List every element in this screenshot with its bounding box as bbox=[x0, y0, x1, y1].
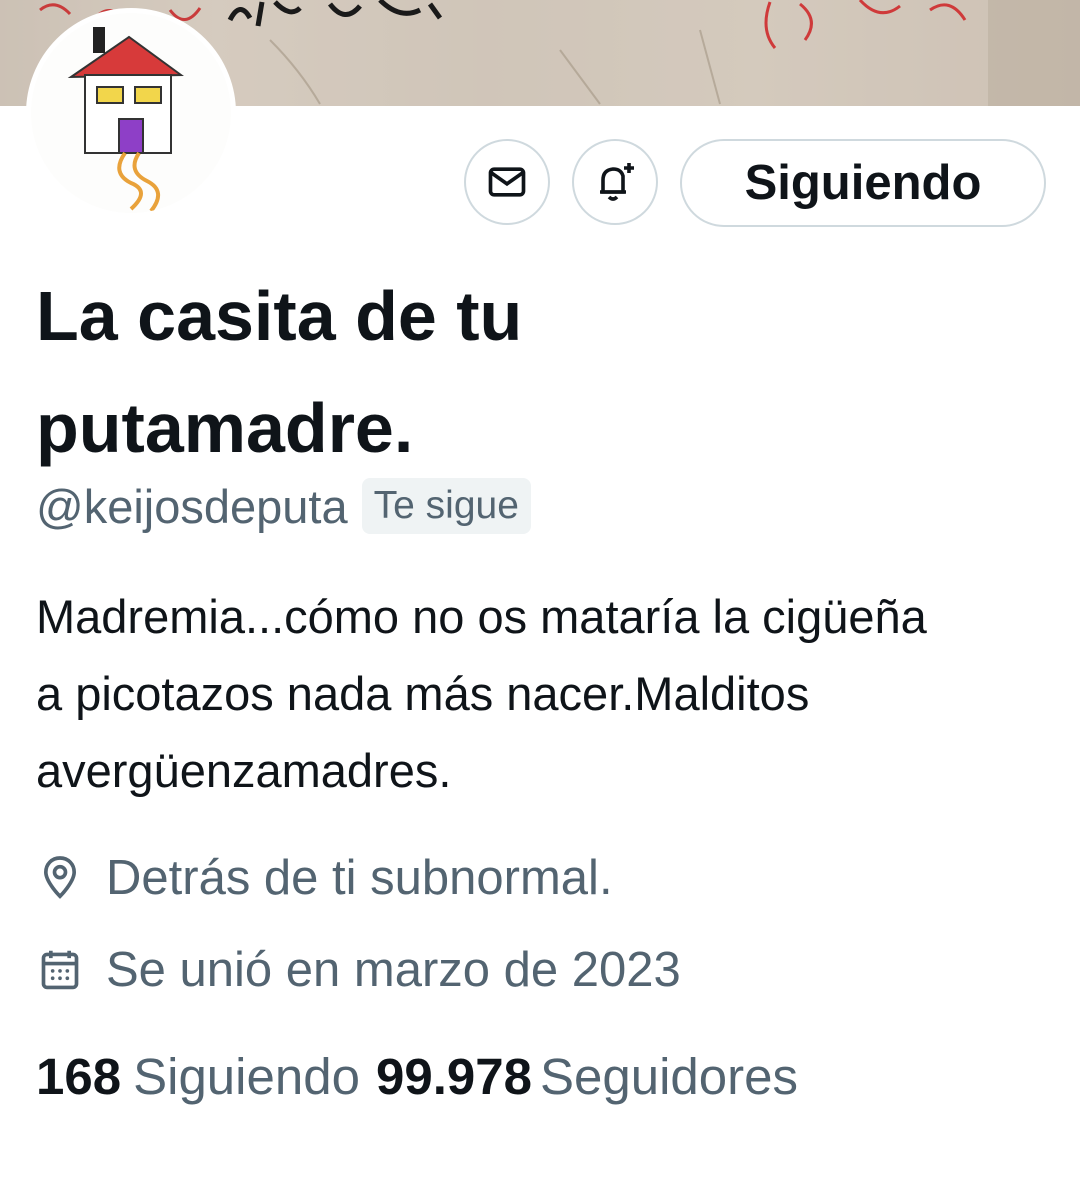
location-pin-icon bbox=[36, 850, 84, 906]
following-count[interactable]: 168 bbox=[36, 1047, 121, 1106]
profile-handle-row: @keijosdeputa Te sigue bbox=[36, 470, 531, 542]
notifications-button[interactable] bbox=[572, 139, 658, 225]
following-button[interactable]: Siguiendo bbox=[680, 139, 1046, 227]
profile-stats: 168 Siguiendo 99.978 Seguidores bbox=[36, 1040, 798, 1112]
calendar-icon bbox=[36, 942, 84, 998]
profile-bio: Madremia...cómo no os mataría la cigüeña… bbox=[36, 578, 1036, 809]
bell-plus-icon bbox=[600, 163, 634, 201]
house-drawing-avatar-image bbox=[31, 13, 231, 213]
location-text: Detrás de ti subnormal. bbox=[106, 851, 613, 905]
followers-label[interactable]: Seguidores bbox=[540, 1047, 798, 1106]
join-date-text: Se unió en marzo de 2023 bbox=[106, 943, 681, 997]
profile-location: Detrás de ti subnormal. bbox=[36, 842, 613, 914]
follows-you-badge: Te sigue bbox=[361, 478, 531, 534]
envelope-icon bbox=[488, 167, 526, 197]
profile-avatar[interactable] bbox=[26, 8, 236, 218]
profile-handle: @keijosdeputa bbox=[36, 479, 348, 533]
followers-count[interactable]: 99.978 bbox=[376, 1047, 532, 1106]
profile-join-date: Se unió en marzo de 2023 bbox=[36, 934, 681, 1006]
following-label[interactable]: Siguiendo bbox=[133, 1047, 360, 1106]
bio-text: Madremia...cómo no os mataría la cigüeña… bbox=[36, 590, 927, 797]
profile-display-name: La casita de tu putamadre. bbox=[36, 277, 523, 467]
message-button[interactable] bbox=[464, 139, 550, 225]
